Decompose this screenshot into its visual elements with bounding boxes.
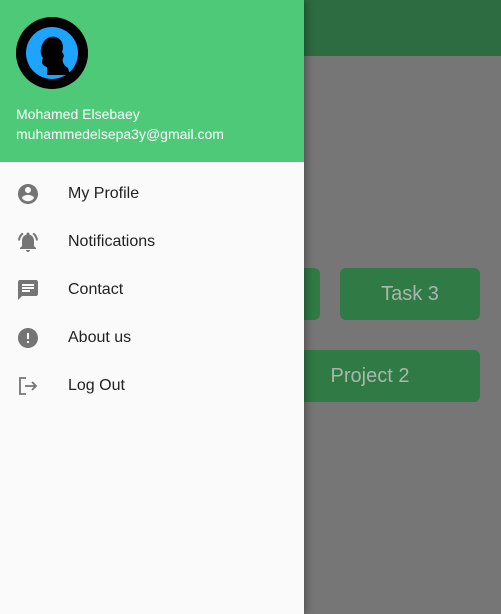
menu-item-label: Log Out	[68, 377, 125, 394]
user-email: muhammedelsepa3y@gmail.com	[16, 126, 224, 142]
drawer-header: Mohamed Elsebaey muhammedelsepa3y@gmail.…	[0, 0, 304, 162]
menu-item-my-profile[interactable]: My Profile	[0, 170, 304, 218]
user-name: Mohamed Elsebaey	[16, 106, 140, 122]
drawer-menu: My Profile Notifications Contact About u…	[0, 170, 304, 410]
logout-icon	[19, 377, 38, 395]
task-card: Task 3	[340, 268, 480, 320]
chat-icon	[18, 280, 38, 300]
menu-item-label: Contact	[68, 281, 124, 298]
menu-item-label: My Profile	[68, 185, 140, 202]
info-exclamation-icon	[18, 328, 38, 348]
menu-item-contact[interactable]: Contact	[0, 266, 304, 314]
project-card-label: Project 2	[330, 364, 410, 387]
user-silhouette-icon	[16, 17, 88, 89]
notifications-active-icon	[18, 232, 38, 252]
navigation-drawer: Mohamed Elsebaey muhammedelsepa3y@gmail.…	[0, 0, 304, 614]
avatar[interactable]	[16, 17, 88, 89]
task-card-label: Task 3	[381, 282, 439, 305]
menu-item-label: About us	[68, 329, 132, 346]
menu-item-log-out[interactable]: Log Out	[0, 362, 304, 410]
account-circle-icon	[18, 184, 38, 204]
menu-item-about-us[interactable]: About us	[0, 314, 304, 362]
menu-item-label: Notifications	[68, 233, 156, 250]
menu-item-notifications[interactable]: Notifications	[0, 218, 304, 266]
